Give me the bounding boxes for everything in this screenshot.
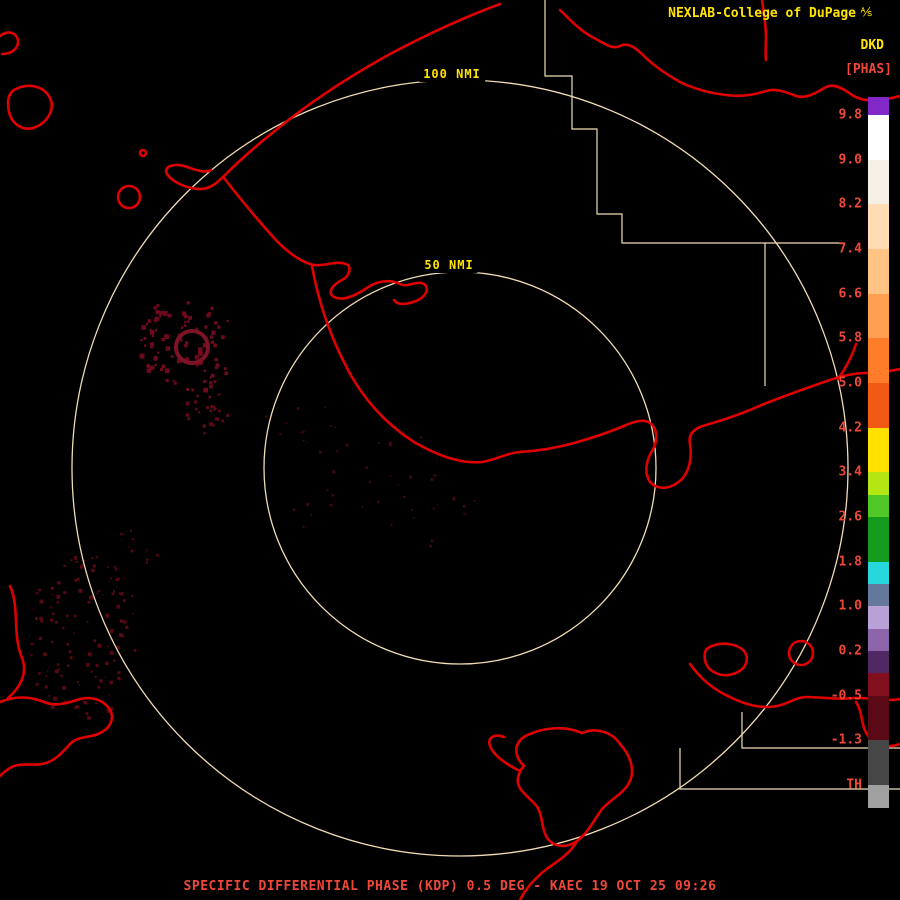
colorbar-tick: -0.5 [830,688,862,704]
colorbar-tick: 0.2 [838,643,862,659]
colorbar-segment [868,517,889,562]
small-lake-outline [116,184,142,210]
coastline-path [0,696,114,778]
colorbar-segment [868,249,889,294]
colorbar-tick: 5.8 [838,330,862,346]
coastline-path [558,8,900,102]
colorbar [868,97,889,808]
colorbar-tick: 5.0 [838,375,862,391]
colorbar-segment [868,97,889,115]
colorbar-tick: 1.8 [838,554,862,570]
colorbar-tick: 7.4 [838,241,862,257]
brand-logo-icon: ⅍ [860,5,872,19]
colorbar-tick: 6.6 [838,286,862,302]
colorbar-segment [868,584,889,606]
colorbar-tick: 2.6 [838,509,862,525]
colorbar-tick: 3.4 [838,464,862,480]
colorbar-segment [868,428,889,472]
island-outline [6,84,54,130]
colorbar-segment [868,629,889,651]
colorbar-segment [868,606,889,629]
coastline-path [222,176,429,306]
colorbar-segment [868,696,889,740]
colorbar-tick: 8.2 [838,196,862,212]
small-lake-outline [138,148,148,158]
coastline-path [0,31,20,56]
colorbar-tick: 4.2 [838,420,862,436]
coastline-path [164,2,502,191]
lake-outline [515,726,634,848]
colorbar-tick: TH [846,777,862,793]
brand-title: NEXLAB-College of DuPage [668,6,856,21]
colorbar-segment [868,785,889,808]
colorbar-segment [868,651,889,673]
range-rings [71,79,849,857]
colorbar-segment [868,383,889,428]
coastlines [0,0,900,900]
colorbar-segment [868,294,889,338]
product-caption: SPECIFIC DIFFERENTIAL PHASE (KDP) 0.5 DE… [183,879,717,894]
colorbar-tick: -1.3 [830,732,862,748]
colorbar-segment [868,740,889,785]
colorbar-segment [868,204,889,249]
colorbar-segment [868,472,889,495]
coastline-path [310,264,900,489]
product-code: DKD [860,38,884,53]
colorbar-segment [868,673,889,696]
small-lake-outline [703,642,748,677]
colorbar-tick: 9.8 [838,107,862,123]
range-ring-label-100: 100 NMI [419,66,485,82]
colorbar-tick: 9.0 [838,152,862,168]
coastline-path [6,584,26,700]
colorbar-segment [868,338,889,383]
range-ring-50nmi [263,271,657,665]
radar-map-layer [0,0,900,900]
range-ring-label-50: 50 NMI [420,257,478,273]
colorbar-segment [868,495,889,517]
colorbar-segment [868,160,889,204]
colorbar-tick: 1.0 [838,598,862,614]
colorbar-segment [868,115,889,160]
radar-display: 100 NMI 50 NMI NEXLAB-College of DuPage … [0,0,900,900]
coastline-path [488,734,520,772]
colorbar-segment [868,562,889,584]
state-boundary-path [679,748,900,790]
range-ring-100nmi [71,79,849,857]
product-unit: [PHAS] [845,62,892,77]
